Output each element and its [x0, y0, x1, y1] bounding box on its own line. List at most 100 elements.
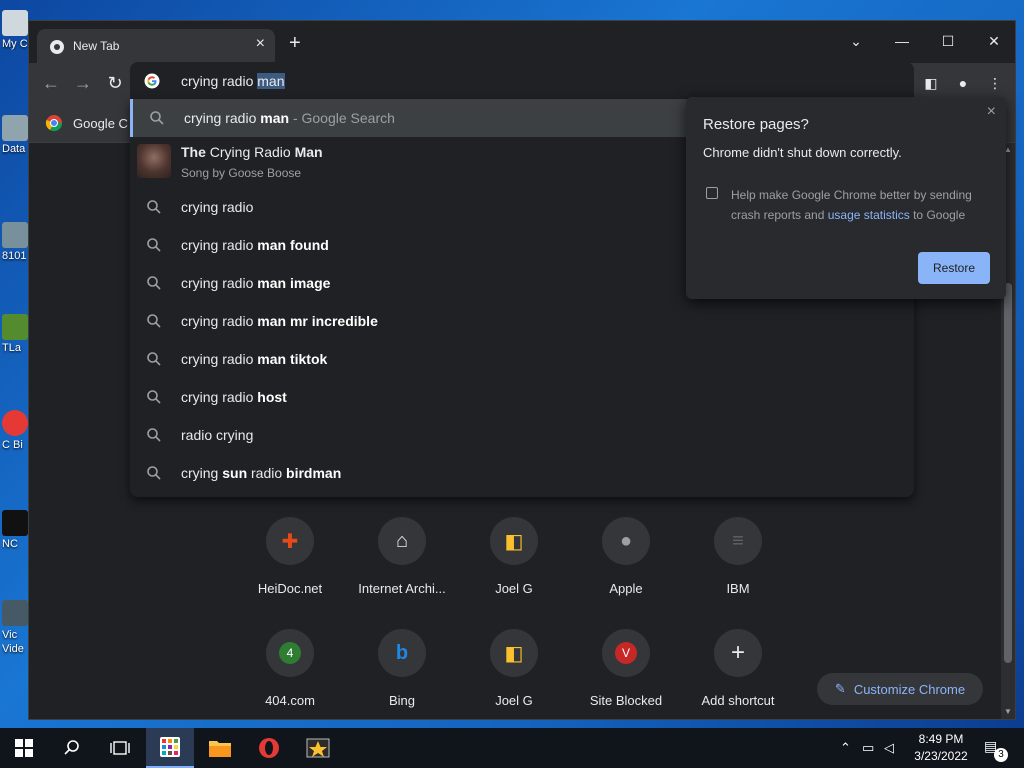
network-icon[interactable]: ▭ [862, 740, 874, 756]
taskbar-opera[interactable] [245, 728, 293, 768]
tab-strip: New Tab × + ⌄ — ☐ ✕ [29, 21, 1015, 63]
desktop-icon-label: My C [2, 38, 28, 50]
search-taskbar-button[interactable] [48, 728, 96, 768]
usage-statistics-link[interactable]: usage statistics [828, 208, 910, 222]
taskbar-file-explorer[interactable] [196, 728, 244, 768]
scroll-down-icon[interactable]: ▼ [1001, 705, 1015, 719]
shortcut-internet-archive[interactable]: ⌂ Internet Archi... [346, 517, 458, 596]
system-clock[interactable]: 8:49 PM 3/23/2022 [906, 731, 976, 765]
shortcut-heidoc[interactable]: ✚ HeiDoc.net [234, 517, 346, 596]
shortcut-ibm[interactable]: ≡ IBM [682, 517, 794, 596]
desktop-icon-8101[interactable]: 8101 [2, 222, 30, 262]
crash-report-label: Help make Google Chrome better by sendin… [731, 188, 972, 222]
404-icon: 4 [266, 629, 314, 677]
close-window-button[interactable]: ✕ [971, 27, 1015, 55]
suggestion-row[interactable]: radio crying [130, 416, 914, 454]
restore-button[interactable]: Restore [918, 252, 990, 284]
address-bar[interactable]: crying radio man [130, 62, 914, 100]
shortcut-apple[interactable]: ● Apple [570, 517, 682, 596]
suggestion-row[interactable]: crying radio man tiktok [130, 340, 914, 378]
search-icon [147, 238, 161, 252]
shortcut-label: Joel G [495, 693, 533, 708]
maximize-button[interactable]: ☐ [925, 27, 971, 55]
desktop-icon-label: TLa [2, 342, 21, 354]
shortcut-404[interactable]: 4 404.com [234, 629, 346, 708]
chevron-up-icon[interactable]: ⌃ [840, 740, 851, 756]
suggestion-text: crying radio man image [181, 275, 331, 291]
heidoc-icon: ✚ [266, 517, 314, 565]
video-file-icon [2, 600, 28, 626]
customize-chrome-button[interactable]: ✎ Customize Chrome [817, 673, 983, 705]
desktop-icon-label: Data [2, 143, 26, 155]
search-icon [147, 276, 161, 290]
restore-title: Restore pages? [703, 116, 809, 133]
shortcut-bing[interactable]: b Bing [346, 629, 458, 708]
side-panel-icon[interactable]: ◧ [919, 71, 943, 95]
taskbar-media-app[interactable] [294, 728, 342, 768]
volume-icon[interactable]: ◁ [884, 740, 894, 756]
inline-autocomplete: man [257, 73, 285, 89]
suggestion-text: crying radio man found [181, 237, 329, 253]
tab-new-tab[interactable]: New Tab × [37, 29, 275, 63]
back-arrow-icon[interactable]: ← [39, 71, 63, 95]
desktop-icon-label: C Bi [2, 439, 23, 451]
suggestion-row[interactable]: crying sun radio birdman [130, 454, 914, 492]
suggestion-text: radio crying [181, 427, 254, 443]
chrome-logo-icon [45, 115, 63, 132]
reload-icon[interactable]: ↻ [103, 71, 127, 95]
new-tab-button[interactable]: + [289, 33, 301, 53]
desktop-icon-nc[interactable]: NC [2, 510, 30, 550]
google-g-icon [144, 73, 160, 89]
forward-arrow-icon[interactable]: → [71, 71, 95, 95]
shortcut-label: Internet Archi... [358, 581, 446, 596]
desktop-icon-data[interactable]: Data [2, 115, 30, 155]
shortcut-label: HeiDoc.net [257, 581, 323, 596]
shortcut-label: Apple [609, 581, 643, 596]
address-input[interactable]: crying radio man [181, 73, 285, 89]
ibm-icon: ≡ [714, 517, 762, 565]
task-view-button[interactable] [96, 728, 144, 768]
chrome-icon [50, 40, 64, 54]
desktop-icon-label: NC [2, 538, 18, 550]
song-subtitle: Song by Goose Boose [181, 166, 302, 180]
shortcut-label: 404.com [265, 693, 315, 708]
shortcut-site-blocked[interactable]: V Site Blocked [570, 629, 682, 708]
task-view-icon [110, 741, 130, 755]
archive-icon: ⌂ [378, 517, 426, 565]
shortcut-joel-g-2[interactable]: ◧ Joel G [458, 629, 570, 708]
suggestion-text: crying radio [181, 199, 254, 215]
scroll-thumb[interactable] [1004, 283, 1012, 663]
bookmark-google[interactable]: Google C [45, 114, 128, 132]
close-icon[interactable]: × [987, 103, 996, 121]
tab-close-button[interactable]: × [256, 35, 265, 53]
tab-title: New Tab [73, 39, 120, 53]
desktop-icon-c-bi[interactable]: C Bi [2, 410, 30, 452]
taskbar-chrome-app[interactable] [146, 728, 194, 768]
suggestion-row[interactable]: crying radio man mr incredible [130, 302, 914, 340]
start-button[interactable] [0, 728, 48, 768]
crash-report-checkbox[interactable] [706, 187, 718, 199]
shortcut-label: Bing [388, 693, 416, 708]
menu-kebab-icon[interactable]: ⋮ [983, 71, 1007, 95]
search-icon [64, 740, 79, 755]
minimize-button[interactable]: — [879, 27, 925, 55]
search-icon [147, 428, 161, 442]
app-icon [2, 410, 28, 436]
desktop-icon-my-computer[interactable]: My C [2, 10, 30, 50]
desktop-icon-tla[interactable]: TLa [2, 314, 30, 354]
search-icon [147, 352, 161, 366]
shortcut-label: Joel G [495, 581, 533, 596]
taskbar: ⌃ ▭ ◁ 8:49 PM 3/23/2022 ▤ 3 [0, 728, 1024, 768]
song-thumbnail [137, 144, 171, 178]
tab-search-button[interactable]: ⌄ [833, 27, 879, 55]
shortcut-label: Add shortcut [701, 693, 775, 708]
notification-count: 3 [994, 748, 1008, 762]
restore-description: Chrome didn't shut down correctly. [703, 145, 902, 160]
profile-icon[interactable]: ● [951, 71, 975, 95]
desktop-icon-video[interactable]: Vic Vide [2, 600, 30, 656]
computer-icon [2, 10, 28, 36]
folder-icon [2, 115, 28, 141]
shortcut-add[interactable]: + Add shortcut [682, 629, 794, 708]
suggestion-row[interactable]: crying radio host [130, 378, 914, 416]
shortcut-joel-g-1[interactable]: ◧ Joel G [458, 517, 570, 596]
